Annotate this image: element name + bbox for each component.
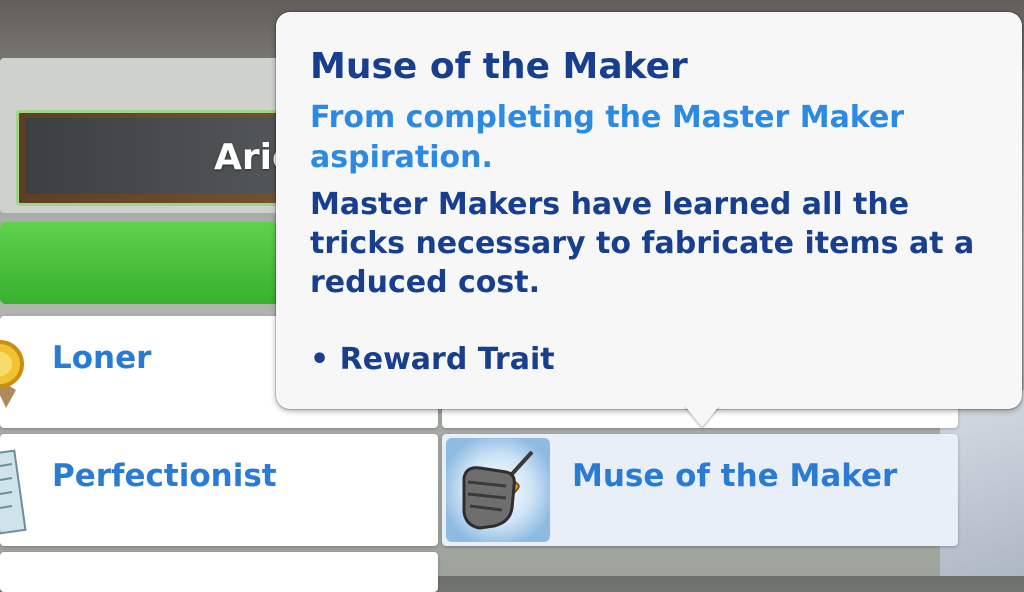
trait-label-muse-of-the-maker: Muse of the Maker	[572, 458, 898, 494]
fist-with-screwdriver-icon	[446, 438, 550, 542]
ruler-icon	[0, 449, 27, 535]
trait-tooltip: Muse of the Maker From completing the Ma…	[276, 12, 1022, 409]
tooltip-description: Master Makers have learned all the trick…	[310, 187, 975, 300]
tooltip-bullet: • Reward Trait	[310, 342, 555, 377]
trait-card-partial[interactable]	[0, 552, 438, 592]
tooltip-source: From completing the Master Maker aspirat…	[310, 100, 905, 175]
tooltip-title: Muse of the Maker	[310, 46, 688, 87]
gold-medal-icon	[0, 340, 24, 408]
tooltip-pointer	[684, 405, 720, 427]
trait-label-loner: Loner	[52, 340, 152, 376]
green-confirm-bar[interactable]	[0, 222, 300, 304]
trait-card-perfectionist[interactable]: Perfectionist	[0, 434, 438, 546]
trait-card-muse-of-the-maker[interactable]: Muse of the Maker	[442, 434, 958, 546]
trait-label-perfectionist: Perfectionist	[52, 458, 277, 494]
